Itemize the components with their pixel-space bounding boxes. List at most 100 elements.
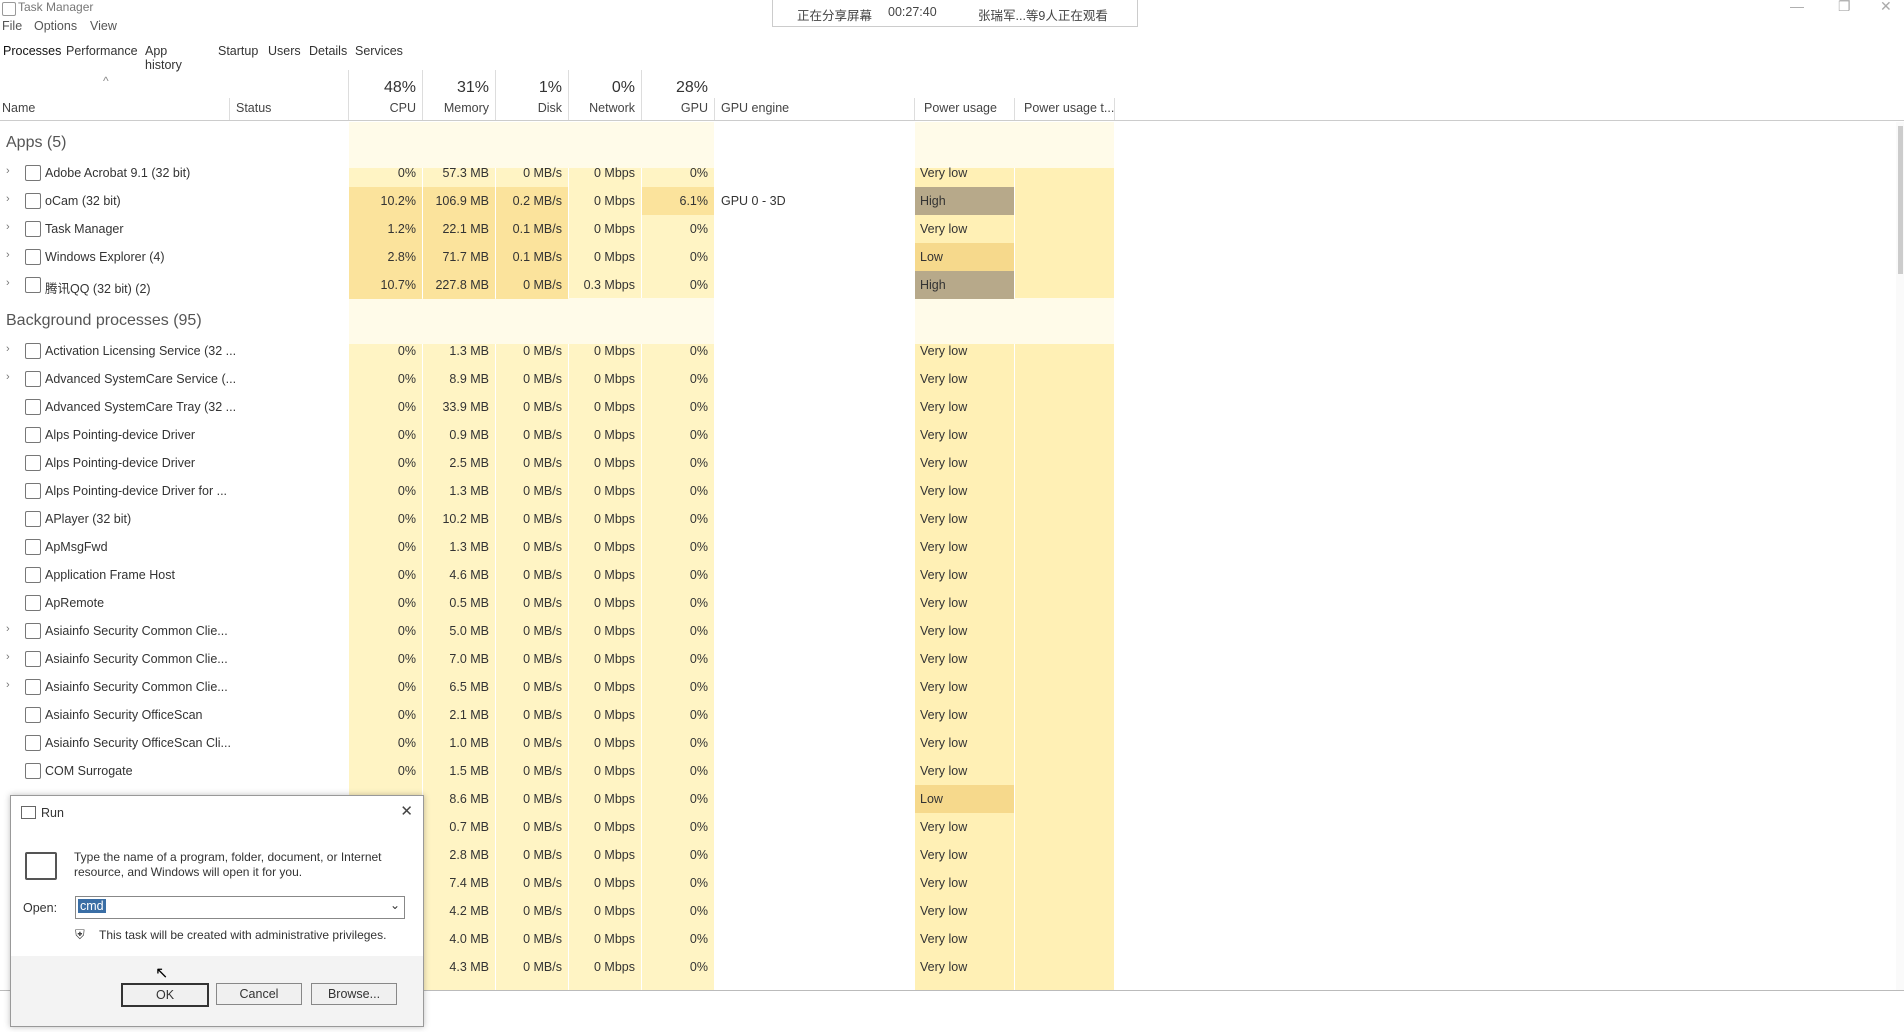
process-icon <box>25 623 41 639</box>
table-row[interactable]: Asiainfo Security OfficeScan Cli... 0% 1.0… <box>0 729 1904 757</box>
menu-options[interactable]: Options <box>34 19 77 33</box>
col-gpu-engine[interactable]: GPU engine <box>721 101 789 115</box>
chevron-right-icon[interactable]: › <box>6 165 10 177</box>
chevron-right-icon[interactable]: › <box>6 371 10 383</box>
scrollbar-thumb[interactable] <box>1898 126 1903 274</box>
process-name: Asiainfo Security Common Clie... <box>45 680 228 694</box>
col-memory[interactable]: Memory <box>423 101 489 115</box>
process-disk: 0 MB/s <box>523 848 562 862</box>
menu-file[interactable]: File <box>2 19 22 33</box>
process-disk: 0 MB/s <box>523 568 562 582</box>
gpu-percent: 28% <box>675 79 708 96</box>
restore-icon[interactable]: ❐ <box>1838 0 1851 15</box>
col-cpu[interactable]: CPU <box>349 101 416 115</box>
col-power-usage-trend[interactable]: Power usage t... <box>1024 101 1114 115</box>
process-power: Very low <box>920 344 968 358</box>
col-status[interactable]: Status <box>236 101 271 115</box>
process-disk: 0 MB/s <box>523 540 562 554</box>
table-row[interactable]: Alps Pointing-device Driver 0% 2.5 MB 0 MB/… <box>0 449 1904 477</box>
table-row[interactable]: › oCam (32 bit) 10.2% 106.9 MB 0.2 MB/s 0 Mbp… <box>0 187 1904 215</box>
close-icon[interactable]: ✕ <box>1880 0 1892 15</box>
process-disk: 0.2 MB/s <box>512 194 562 208</box>
process-mem: 33.9 MB <box>442 400 489 414</box>
open-combobox[interactable]: cmd ⌄ <box>75 896 405 919</box>
process-disk: 0 MB/s <box>523 400 562 414</box>
process-cpu: 0% <box>397 568 416 582</box>
ok-button[interactable]: OK <box>121 983 209 1007</box>
table-row[interactable]: › Asiainfo Security Common Clie... 0% 5.0 M… <box>0 617 1904 645</box>
tab-app-history[interactable]: App history <box>145 44 182 72</box>
process-mem: 4.3 MB <box>449 960 489 974</box>
process-power: Low <box>920 792 943 806</box>
process-gpu: 6.1% <box>679 194 709 208</box>
process-cpu: 0% <box>397 680 416 694</box>
process-disk: 0 MB/s <box>523 428 562 442</box>
table-row[interactable]: ApMsgFwd 0% 1.3 MB 0 MB/s 0 Mbps 0% Very low <box>0 533 1904 561</box>
chevron-right-icon[interactable]: › <box>6 623 10 635</box>
table-row[interactable]: › Task Manager 1.2% 22.1 MB 0.1 MB/s 0 Mbps 0%… <box>0 215 1904 243</box>
table-row[interactable]: Advanced SystemCare Tray (32 ... 0% 33.9 M… <box>0 393 1904 421</box>
process-net: 0 Mbps <box>594 820 635 834</box>
process-name: Windows Explorer (4) <box>45 250 165 264</box>
chevron-right-icon[interactable]: › <box>6 249 10 261</box>
process-gpu: 0% <box>689 372 708 386</box>
chevron-down-icon[interactable]: ⌄ <box>390 898 400 912</box>
table-row[interactable]: › Windows Explorer (4) 2.8% 71.7 MB 0.1 MB/s… <box>0 243 1904 271</box>
cancel-button[interactable]: Cancel <box>216 983 302 1005</box>
table-row[interactable]: › 腾讯QQ (32 bit) (2) 10.7% 227.8 MB 0 MB/s 0.3… <box>0 271 1904 299</box>
table-row[interactable]: › Activation Licensing Service (32 ... 0% 1… <box>0 337 1904 365</box>
tab-startup[interactable]: Startup <box>218 44 258 58</box>
ocam-icon <box>25 193 41 209</box>
open-input-value[interactable]: cmd <box>78 899 106 913</box>
tab-users[interactable]: Users <box>268 44 301 58</box>
process-name: ApRemote <box>45 596 105 610</box>
process-disk: 0.1 MB/s <box>512 222 562 236</box>
process-power: Very low <box>920 624 968 638</box>
chevron-right-icon[interactable]: › <box>6 277 10 289</box>
table-row[interactable]: Alps Pointing-device Driver for ... 0% 1.3… <box>0 477 1904 505</box>
process-power: Low <box>920 250 943 264</box>
process-name: Task Manager <box>45 222 124 236</box>
minimize-icon[interactable]: — <box>1790 0 1804 14</box>
col-gpu[interactable]: GPU <box>642 101 708 115</box>
col-power-usage[interactable]: Power usage <box>924 101 997 115</box>
process-mem: 57.3 MB <box>442 166 489 180</box>
process-power: Very low <box>920 876 968 890</box>
process-net: 0 Mbps <box>594 222 635 236</box>
tab-performance[interactable]: Performance <box>66 44 138 58</box>
process-mem: 22.1 MB <box>442 222 489 236</box>
chevron-right-icon[interactable]: › <box>6 343 10 355</box>
chevron-right-icon[interactable]: › <box>6 193 10 205</box>
process-mem: 8.6 MB <box>449 792 489 806</box>
col-disk[interactable]: Disk <box>496 101 562 115</box>
table-row[interactable]: Application Frame Host 0% 4.6 MB 0 MB/s 0 Mb… <box>0 561 1904 589</box>
table-row[interactable]: › Advanced SystemCare Service (... 0% 8.9 M… <box>0 365 1904 393</box>
chevron-right-icon[interactable]: › <box>6 679 10 691</box>
process-net: 0 Mbps <box>594 484 635 498</box>
table-row[interactable]: › Asiainfo Security Common Clie... 0% 6.5 M… <box>0 673 1904 701</box>
tab-details[interactable]: Details <box>309 44 347 58</box>
table-row[interactable]: › Asiainfo Security Common Clie... 0% 7.0 M… <box>0 645 1904 673</box>
close-icon[interactable]: ✕ <box>400 802 413 820</box>
table-row[interactable]: APlayer (32 bit) 0% 10.2 MB 0 MB/s 0 Mbps 0% V… <box>0 505 1904 533</box>
process-cpu: 10.2% <box>380 194 416 208</box>
table-row[interactable]: Alps Pointing-device Driver 0% 0.9 MB 0 MB/… <box>0 421 1904 449</box>
process-net: 0 Mbps <box>594 372 635 386</box>
table-row[interactable]: › Adobe Acrobat 9.1 (32 bit) 0% 57.3 MB 0 MB… <box>0 159 1904 187</box>
process-mem: 1.3 MB <box>449 484 489 498</box>
tab-processes[interactable]: Processes <box>3 44 61 58</box>
col-network[interactable]: Network <box>569 101 635 115</box>
menu-view[interactable]: View <box>90 19 117 33</box>
sort-chevron-up-icon[interactable]: ^ <box>103 74 109 88</box>
browse-button[interactable]: Browse... <box>311 983 397 1005</box>
tab-services[interactable]: Services <box>355 44 403 58</box>
table-row[interactable]: Asiainfo Security OfficeScan 0% 2.1 MB 0 MB… <box>0 701 1904 729</box>
process-icon <box>25 763 41 779</box>
qq-icon <box>25 277 41 293</box>
chevron-right-icon[interactable]: › <box>6 221 10 233</box>
col-name[interactable]: Name <box>2 101 35 115</box>
table-row[interactable]: COM Surrogate 0% 1.5 MB 0 MB/s 0 Mbps 0% Very … <box>0 757 1904 785</box>
table-row[interactable]: ApRemote 0% 0.5 MB 0 MB/s 0 Mbps 0% Very low <box>0 589 1904 617</box>
col-divider <box>495 70 496 120</box>
chevron-right-icon[interactable]: › <box>6 651 10 663</box>
